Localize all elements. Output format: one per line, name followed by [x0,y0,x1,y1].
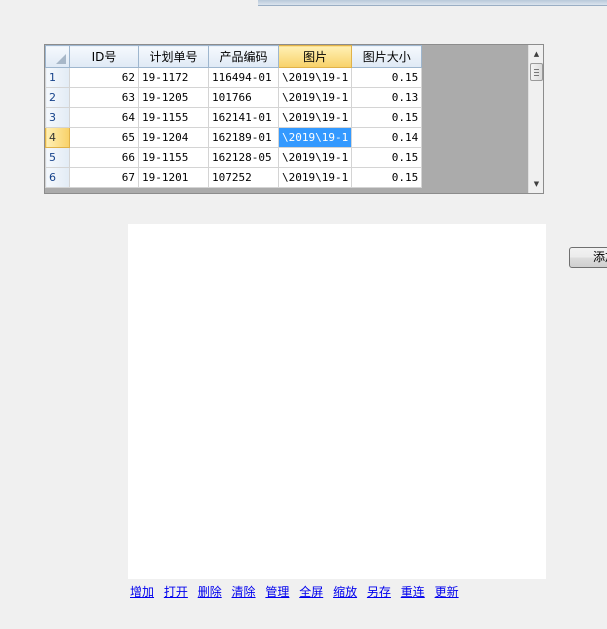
add-button[interactable]: 添加 [569,247,607,268]
cell-product-code[interactable]: 162189-01 [208,127,279,148]
column-header-id[interactable]: ID号 [69,45,139,68]
scroll-down-arrow-icon[interactable]: ▼ [529,177,543,191]
column-header-picture-size[interactable]: 图片大小 [351,45,423,68]
cell-product-code[interactable]: 116494-01 [208,67,279,88]
link-add[interactable]: 增加 [130,585,154,599]
cell-id[interactable]: 62 [69,67,139,88]
link-manage[interactable]: 管理 [265,585,289,599]
column-header-picture[interactable]: 图片 [277,45,353,68]
table-row[interactable]: 2 63 19-1205 101766 \2019\19-1 0.13 [45,87,423,108]
scroll-thumb[interactable] [530,63,543,81]
cell-product-code[interactable]: 101766 [208,87,279,108]
grid-vertical-scrollbar[interactable]: ▲ ▼ [528,45,543,193]
link-fullscreen[interactable]: 全屏 [299,585,323,599]
cell-picture-selected[interactable]: \2019\19-1 [277,127,353,148]
grid-table: ID号 计划单号 产品编码 图片 图片大小 1 62 19-1172 11649… [45,45,423,188]
link-update[interactable]: 更新 [435,585,459,599]
grid-header-row: ID号 计划单号 产品编码 图片 图片大小 [45,45,423,68]
cell-picture-size[interactable]: 0.14 [351,127,423,148]
row-header[interactable]: 1 [45,67,70,88]
table-row[interactable]: 6 67 19-1201 107252 \2019\19-1 0.15 [45,167,423,188]
corner-triangle-icon [56,54,66,64]
link-delete[interactable]: 删除 [198,585,222,599]
row-header-active[interactable]: 4 [45,127,70,148]
cell-picture[interactable]: \2019\19-1 [277,147,353,168]
cell-picture-size[interactable]: 0.15 [351,147,423,168]
row-header[interactable]: 2 [45,87,70,108]
window-title-accent [258,0,607,6]
row-header[interactable]: 5 [45,147,70,168]
cell-id[interactable]: 67 [69,167,139,188]
cell-plan-no[interactable]: 19-1201 [138,167,209,188]
table-row-selected[interactable]: 4 65 19-1204 162189-01 \2019\19-1 0.14 [45,127,423,148]
data-grid[interactable]: ID号 计划单号 产品编码 图片 图片大小 1 62 19-1172 11649… [44,44,544,194]
picture-action-links: 增加 打开 删除 清除 管理 全屏 缩放 另存 重连 更新 [130,583,465,601]
cell-picture-size[interactable]: 0.15 [351,107,423,128]
cell-product-code[interactable]: 162128-05 [208,147,279,168]
row-header[interactable]: 6 [45,167,70,188]
cell-id[interactable]: 63 [69,87,139,108]
table-row[interactable]: 1 62 19-1172 116494-01 \2019\19-1 0.15 [45,67,423,88]
table-row[interactable]: 3 64 19-1155 162141-01 \2019\19-1 0.15 [45,107,423,128]
picture-preview-box[interactable] [128,224,546,579]
cell-picture[interactable]: \2019\19-1 [277,107,353,128]
cell-picture-size[interactable]: 0.15 [351,67,423,88]
column-header-plan-no[interactable]: 计划单号 [138,45,209,68]
scroll-up-arrow-icon[interactable]: ▲ [529,47,543,61]
row-header[interactable]: 3 [45,107,70,128]
cell-plan-no[interactable]: 19-1204 [138,127,209,148]
cell-picture-size[interactable]: 0.15 [351,167,423,188]
cell-picture[interactable]: \2019\19-1 [277,67,353,88]
link-zoom[interactable]: 缩放 [333,585,357,599]
cell-picture[interactable]: \2019\19-1 [277,167,353,188]
cell-plan-no[interactable]: 19-1155 [138,147,209,168]
cell-id[interactable]: 65 [69,127,139,148]
cell-id[interactable]: 66 [69,147,139,168]
table-row[interactable]: 5 66 19-1155 162128-05 \2019\19-1 0.15 [45,147,423,168]
column-header-product-code[interactable]: 产品编码 [208,45,279,68]
link-open[interactable]: 打开 [164,585,188,599]
scroll-grip-icon [534,69,539,76]
cell-plan-no[interactable]: 19-1155 [138,107,209,128]
link-clear[interactable]: 清除 [232,585,256,599]
cell-product-code[interactable]: 107252 [208,167,279,188]
cell-picture-size[interactable]: 0.13 [351,87,423,108]
link-reconnect[interactable]: 重连 [401,585,425,599]
cell-product-code[interactable]: 162141-01 [208,107,279,128]
link-save-as[interactable]: 另存 [367,585,391,599]
cell-plan-no[interactable]: 19-1205 [138,87,209,108]
window-top-strip [0,0,607,6]
cell-id[interactable]: 64 [69,107,139,128]
select-all-corner[interactable] [45,45,70,68]
cell-picture[interactable]: \2019\19-1 [277,87,353,108]
cell-plan-no[interactable]: 19-1172 [138,67,209,88]
